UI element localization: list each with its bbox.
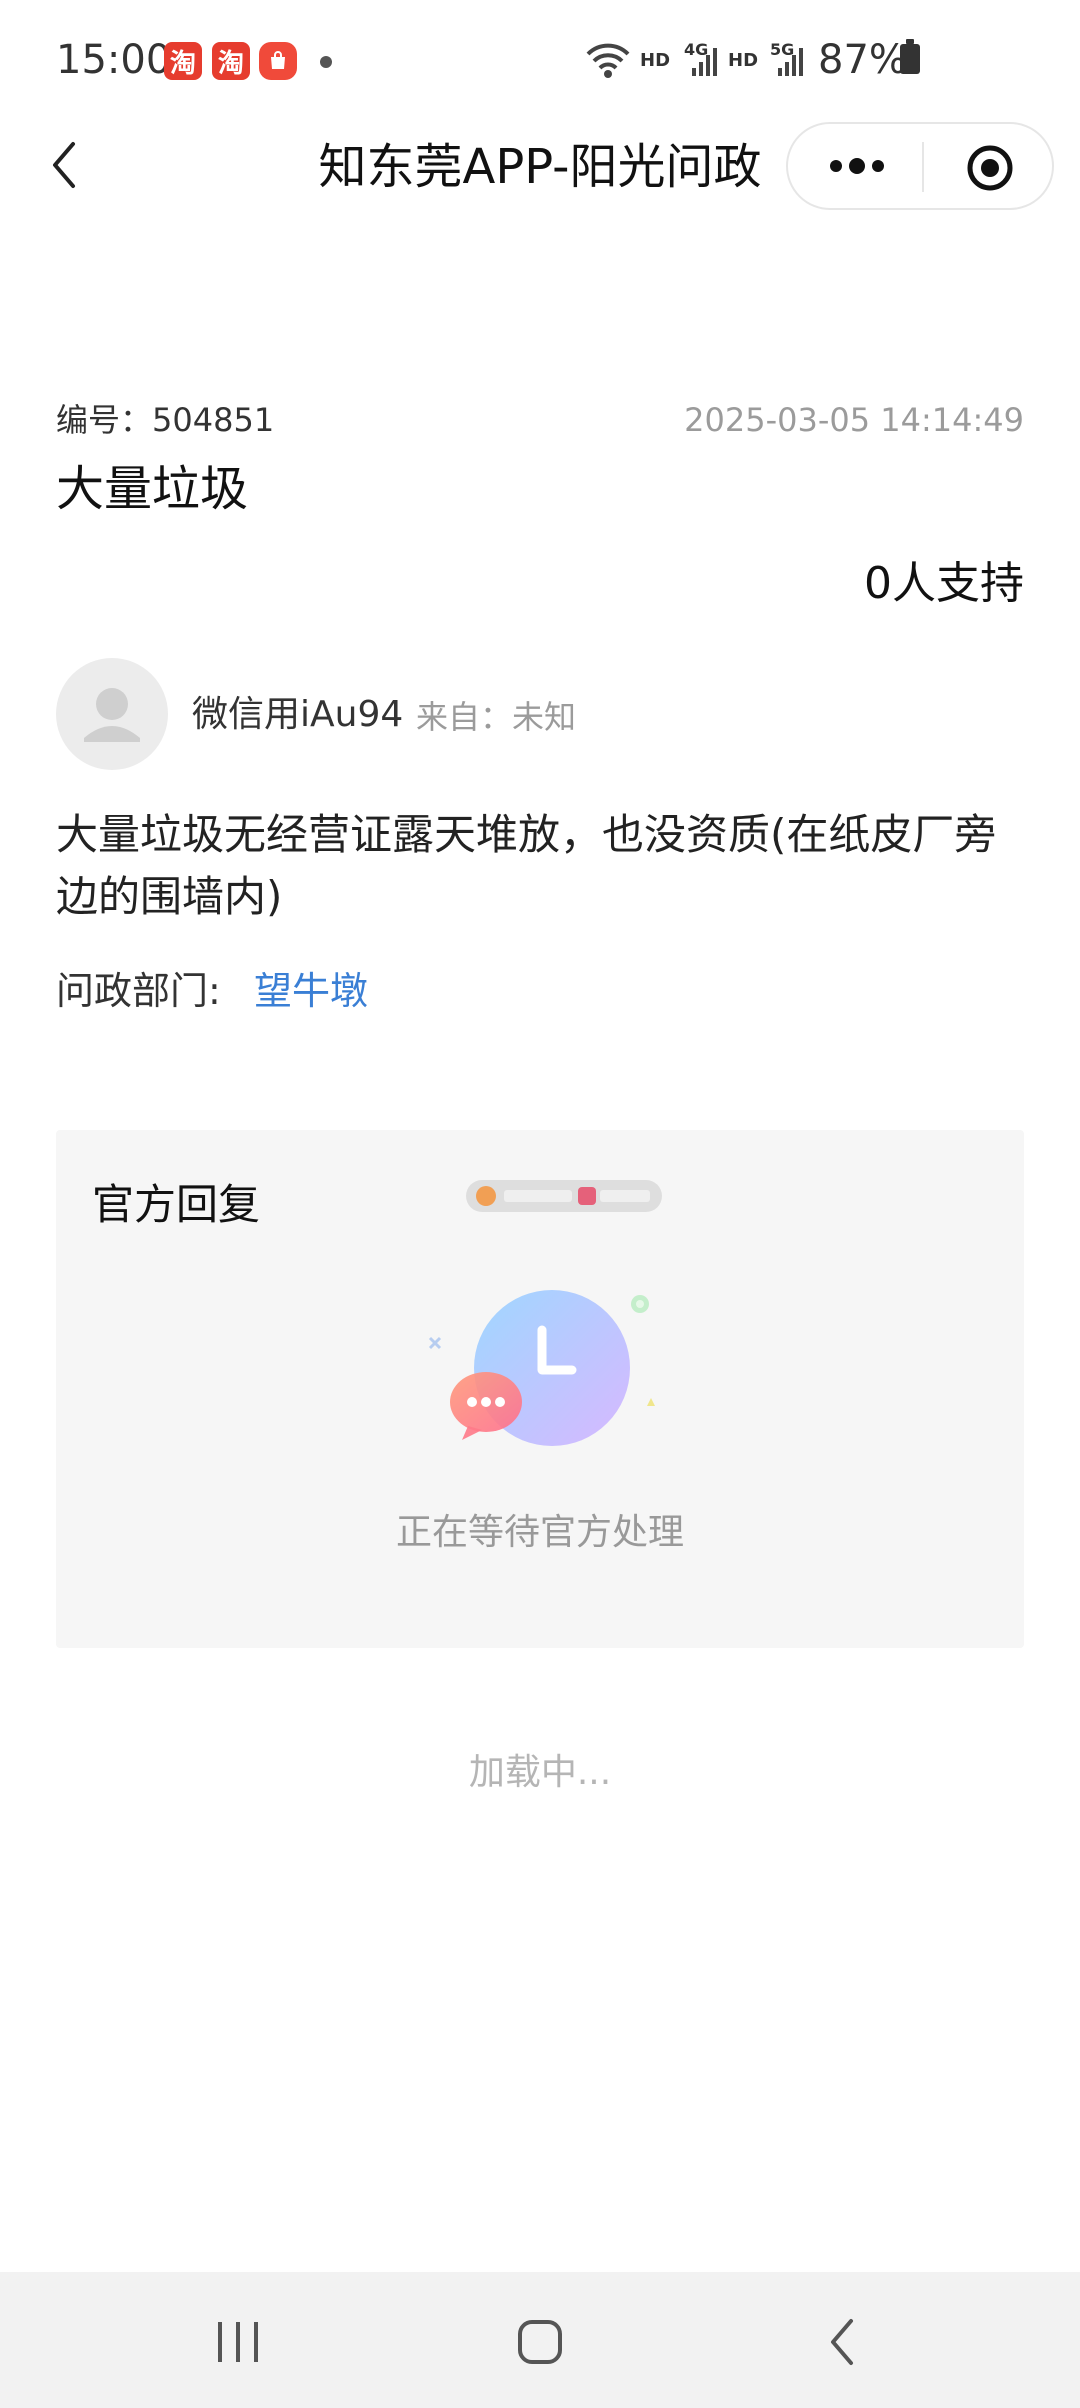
source-value: 未知	[512, 698, 577, 736]
shopping-bag-icon	[259, 42, 297, 80]
chevron-left-icon	[53, 142, 75, 188]
nav-back-button[interactable]	[802, 2302, 882, 2382]
post-content: 大量垃圾无经营证露天堆放，也没资质(在纸皮厂旁边的围墙内)	[56, 810, 997, 921]
signal-icon	[776, 44, 806, 78]
target-icon	[967, 145, 1013, 191]
taobao-app-icon: 淘	[164, 42, 202, 80]
back-button[interactable]	[34, 130, 94, 200]
battery-icon	[900, 39, 920, 74]
watermark	[466, 1180, 662, 1212]
user-avatar-icon	[84, 688, 140, 742]
wifi-icon	[584, 40, 632, 80]
miniapp-capsule	[786, 122, 1054, 210]
department-label: 问政部门:	[56, 969, 221, 1013]
home-icon	[518, 2320, 562, 2364]
recent-apps-icon	[218, 2322, 258, 2362]
more-button[interactable]	[828, 156, 886, 176]
status-time: 15:00	[56, 37, 172, 83]
post-id-label: 编号：	[56, 401, 153, 439]
post-id-value: 504851	[152, 401, 275, 439]
network-hd-label: HD	[728, 50, 759, 71]
system-nav-bar	[0, 2272, 1080, 2408]
department-link[interactable]: 望牛墩	[254, 964, 368, 1018]
waiting-text: 正在等待官方处理	[395, 1512, 684, 1553]
post-datetime: 2025-03-05 14:14:49	[684, 401, 1024, 439]
support-count[interactable]: 0人支持	[864, 554, 1024, 614]
post-source: 来自：未知	[416, 694, 576, 740]
recent-apps-button[interactable]	[198, 2302, 278, 2382]
wifi-hd-label: HD	[640, 50, 671, 71]
battery-level: 87%	[818, 37, 907, 83]
capsule-divider	[922, 142, 924, 192]
nav-back-icon	[831, 2319, 853, 2365]
avatar	[56, 658, 168, 770]
post-id: 编号：504851	[56, 398, 274, 442]
signal-icon	[690, 44, 720, 78]
home-button[interactable]	[500, 2302, 580, 2382]
close-miniapp-button[interactable]	[966, 144, 1014, 192]
page-title: 知东莞APP-阳光问政	[318, 139, 762, 195]
taobao-app-icon: 淘	[212, 42, 250, 80]
source-label: 来自：	[416, 698, 513, 736]
author-name: 微信用iAu94	[192, 694, 404, 735]
waiting-clock-icon	[426, 1290, 666, 1470]
notification-dot-icon	[320, 56, 332, 68]
official-reply-card: 官方回复 正在等待官方处理	[56, 1130, 1024, 1648]
loading-text: 加载中...	[468, 1752, 612, 1793]
reply-title: 官方回复	[92, 1180, 261, 1229]
post-title: 大量垃圾	[56, 461, 249, 517]
more-dots-icon	[830, 158, 884, 174]
